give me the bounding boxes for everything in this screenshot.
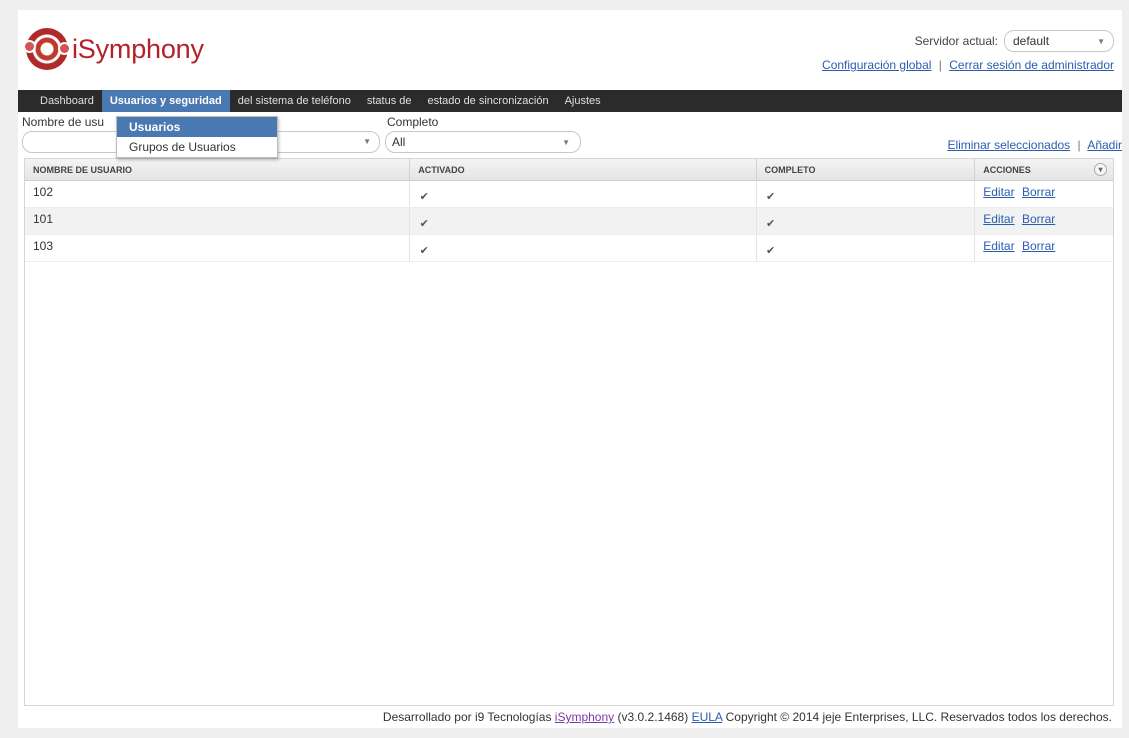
- server-select[interactable]: default ▼: [1004, 30, 1114, 52]
- checkmark-icon: ✔: [419, 191, 429, 203]
- column-header-username[interactable]: NOMBRE DE USUARIO: [25, 159, 411, 180]
- username-cell: 102: [25, 181, 411, 207]
- chevron-down-icon: ▼: [363, 137, 371, 146]
- complete-filter-value: All: [392, 135, 406, 149]
- enabled-cell: ✔: [410, 181, 757, 207]
- page-footer: Desarrollado por i9 Tecnologías iSymphon…: [383, 710, 1112, 724]
- complete-cell: ✔: [757, 181, 976, 207]
- table-row[interactable]: 101 ✔ ✔ Editar Borrar: [25, 208, 1113, 235]
- column-header-actions: ACCIONES ▾: [975, 159, 1113, 180]
- nav-item-sync-status[interactable]: estado de sincronización: [419, 90, 556, 112]
- users-security-menu: Usuarios Grupos de Usuarios: [116, 116, 278, 158]
- checkmark-icon: ✔: [766, 218, 776, 230]
- server-select-value: default: [1013, 34, 1050, 48]
- column-header-actions-label: ACCIONES: [983, 165, 1031, 175]
- delete-link[interactable]: Borrar: [1022, 185, 1055, 199]
- complete-cell: ✔: [757, 208, 976, 234]
- page-container: iSymphony Servidor actual: default ▼ Con…: [18, 10, 1122, 728]
- eula-link[interactable]: EULA: [692, 710, 723, 724]
- checkmark-icon: ✔: [419, 218, 429, 230]
- main-nav: Dashboard Usuarios y seguridad del siste…: [18, 90, 1122, 112]
- add-user-link[interactable]: Añadir: [1087, 138, 1122, 152]
- server-label: Servidor actual:: [914, 34, 998, 48]
- footer-version: (v3.0.2.1468): [617, 710, 689, 724]
- enabled-cell: ✔: [410, 235, 757, 261]
- complete-filter-label: Completo: [387, 115, 439, 129]
- edit-link[interactable]: Editar: [983, 239, 1014, 253]
- column-header-complete[interactable]: COMPLETO: [757, 159, 976, 180]
- global-config-link[interactable]: Configuración global: [822, 58, 931, 72]
- server-panel: Servidor actual: default ▼ Configuración…: [822, 30, 1114, 72]
- nav-item-status[interactable]: status de: [359, 90, 420, 112]
- separator: |: [938, 58, 942, 72]
- separator: |: [1077, 138, 1081, 152]
- checkmark-icon: ✔: [766, 245, 776, 257]
- edit-link[interactable]: Editar: [983, 185, 1014, 199]
- isymphony-logo-icon: [23, 28, 71, 70]
- actions-cell: Editar Borrar: [975, 181, 1113, 207]
- column-menu-icon[interactable]: ▾: [1094, 163, 1108, 176]
- users-table: NOMBRE DE USUARIO ACTIVADO COMPLETO ACCI…: [24, 158, 1114, 706]
- enabled-cell: ✔: [410, 208, 757, 234]
- nav-item-settings[interactable]: Ajustes: [557, 90, 609, 112]
- username-cell: 103: [25, 235, 411, 261]
- table-row[interactable]: 103 ✔ ✔ Editar Borrar: [25, 235, 1113, 262]
- checkmark-icon: ✔: [419, 245, 429, 257]
- complete-filter-select[interactable]: All ▼: [385, 131, 581, 153]
- menu-item-user-groups[interactable]: Grupos de Usuarios: [117, 137, 277, 157]
- table-header: NOMBRE DE USUARIO ACTIVADO COMPLETO ACCI…: [25, 159, 1113, 181]
- nav-item-users-security[interactable]: Usuarios y seguridad: [101, 90, 230, 112]
- delete-link[interactable]: Borrar: [1022, 212, 1055, 226]
- actions-cell: Editar Borrar: [975, 208, 1113, 234]
- chevron-down-icon: ▼: [562, 137, 570, 147]
- logout-link[interactable]: Cerrar sesión de administrador: [949, 58, 1114, 72]
- chevron-down-icon: ▼: [1097, 36, 1105, 46]
- complete-cell: ✔: [757, 235, 976, 261]
- menu-item-users[interactable]: Usuarios: [117, 117, 277, 137]
- delete-selected-link[interactable]: Eliminar seleccionados: [947, 138, 1070, 152]
- app-logo[interactable]: iSymphony: [23, 28, 204, 70]
- delete-link[interactable]: Borrar: [1022, 239, 1055, 253]
- footer-copyright: Copyright © 2014 jeje Enterprises, LLC. …: [725, 710, 1112, 724]
- brand-name: iSymphony: [72, 33, 204, 64]
- checkmark-icon: ✔: [766, 191, 776, 203]
- column-header-enabled[interactable]: ACTIVADO: [410, 159, 757, 180]
- table-row[interactable]: 102 ✔ ✔ Editar Borrar: [25, 181, 1113, 208]
- nav-item-phone-system[interactable]: del sistema de teléfono: [230, 90, 359, 112]
- actions-cell: Editar Borrar: [975, 235, 1113, 261]
- footer-prefix: Desarrollado por i9 Tecnologías: [382, 710, 552, 724]
- edit-link[interactable]: Editar: [983, 212, 1014, 226]
- product-link[interactable]: iSymphony: [555, 710, 614, 724]
- user-filter-label: Nombre de usu: [22, 115, 105, 129]
- username-cell: 101: [25, 208, 411, 234]
- table-actions: Eliminar seleccionados | Añadir: [947, 138, 1122, 152]
- nav-item-dashboard[interactable]: Dashboard: [32, 90, 102, 112]
